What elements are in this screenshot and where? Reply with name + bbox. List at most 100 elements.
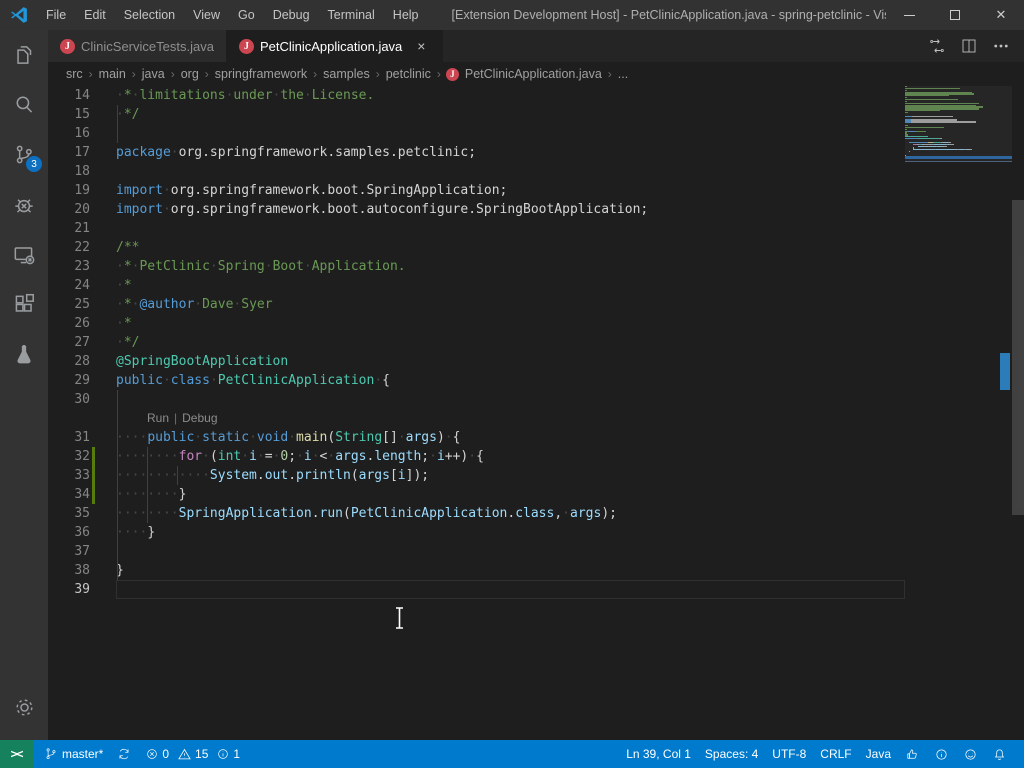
maximize-button[interactable] [932, 0, 978, 30]
sync-button[interactable] [110, 740, 138, 768]
code-editor[interactable]: 14·*·limitations·under·the·License.15·*/… [48, 86, 1024, 740]
code-line-17[interactable]: 17package·org.springframework.samples.pe… [48, 143, 905, 162]
code-line-38[interactable]: 38} [48, 561, 905, 580]
vertical-scrollbar[interactable] [1012, 86, 1024, 740]
breadcrumb-item-springframework[interactable]: springframework [214, 67, 308, 81]
codelens-debug-link[interactable]: Debug [182, 411, 217, 425]
code-line-26[interactable]: 26·* [48, 314, 905, 333]
indent-guide [177, 466, 178, 485]
editor-actions [924, 30, 1024, 62]
window-title: [Extension Development Host] - PetClinic… [452, 8, 886, 22]
info-count: 1 [233, 747, 240, 761]
vscode-logo-icon [9, 5, 29, 25]
code-line-14[interactable]: 14·*·limitations·under·the·License. [48, 86, 905, 105]
minimize-icon [904, 15, 915, 16]
menu-help[interactable]: Help [384, 0, 428, 30]
menu-edit[interactable]: Edit [75, 0, 115, 30]
maximize-icon [950, 10, 960, 20]
code-line-15[interactable]: 15·*/ [48, 105, 905, 124]
menu-debug[interactable]: Debug [264, 0, 319, 30]
code-line-29[interactable]: 29public·class·PetClinicApplication·{ [48, 371, 905, 390]
menu-selection[interactable]: Selection [115, 0, 184, 30]
java-info-icon[interactable] [927, 740, 956, 768]
code-line-30[interactable]: 30 [48, 390, 905, 409]
test-explorer-icon[interactable] [0, 330, 48, 380]
code-line-39[interactable]: 39 [48, 580, 905, 599]
code-line-16[interactable]: 16 [48, 124, 905, 143]
compare-changes-icon[interactable] [924, 34, 950, 58]
breadcrumb-item-petclinic[interactable]: petclinic [385, 67, 432, 81]
split-editor-icon[interactable] [956, 34, 982, 58]
code-line-37[interactable]: 37 [48, 542, 905, 561]
feedback-smiley-icon[interactable] [956, 740, 985, 768]
problems-item[interactable]: 0 15 1 [138, 747, 247, 762]
tab-label: PetClinicApplication.java [260, 39, 402, 54]
status-bar: >< master* 0 15 1 Ln 39, Col 1 Spaces: 4… [0, 740, 1024, 768]
errors-icon [145, 747, 159, 761]
search-icon[interactable] [0, 80, 48, 130]
menu-file[interactable]: File [37, 0, 75, 30]
code-line-34[interactable]: 34········} [48, 485, 905, 504]
code-line-35[interactable]: 35········SpringApplication.run(PetClini… [48, 504, 905, 523]
breadcrumb-separator: › [603, 67, 617, 81]
notifications-bell-icon[interactable] [985, 740, 1014, 768]
code-line-24[interactable]: 24·* [48, 276, 905, 295]
tab-close-icon[interactable]: × [412, 38, 430, 54]
minimap[interactable] [905, 86, 1012, 740]
scrollbar-slider[interactable] [1012, 200, 1024, 515]
code-line-22[interactable]: 22/** [48, 238, 905, 257]
code-line-21[interactable]: 21 [48, 219, 905, 238]
breadcrumb-separator: › [166, 67, 180, 81]
code-line-27[interactable]: 27·*/ [48, 333, 905, 352]
code-line-31[interactable]: 31····public·static·void·main(String[]·a… [48, 428, 905, 447]
cursor-position-item[interactable]: Ln 39, Col 1 [619, 740, 698, 768]
codelens-separator: | [169, 411, 182, 425]
breadcrumb-item-samples[interactable]: samples [322, 67, 371, 81]
breadcrumb-file-label: PetClinicApplication.java [464, 67, 603, 81]
breadcrumb-item-org[interactable]: org [180, 67, 200, 81]
code-line-36[interactable]: 36····} [48, 523, 905, 542]
remote-indicator[interactable]: >< [0, 740, 33, 768]
error-count: 0 [162, 747, 169, 761]
breadcrumb-separator: › [308, 67, 322, 81]
infos-icon [216, 747, 230, 761]
minimize-button[interactable] [886, 0, 932, 30]
breadcrumb-symbol-ellipsis[interactable]: ... [617, 67, 629, 81]
code-line-23[interactable]: 23·*·PetClinic·Spring·Boot·Application. [48, 257, 905, 276]
more-actions-icon[interactable] [988, 34, 1014, 58]
code-line-20[interactable]: 20import·org.springframework.boot.autoco… [48, 200, 905, 219]
menu-view[interactable]: View [184, 0, 229, 30]
close-button[interactable]: ✕ [978, 0, 1024, 30]
java-status-thumbs-up-icon[interactable] [898, 740, 927, 768]
debug-icon[interactable] [0, 180, 48, 230]
breadcrumb-item-src[interactable]: src [65, 67, 84, 81]
tab-label: ClinicServiceTests.java [81, 39, 214, 54]
manage-gear-icon[interactable] [0, 682, 48, 732]
encoding-item[interactable]: UTF-8 [765, 740, 813, 768]
breadcrumb-item-java[interactable]: java [141, 67, 166, 81]
code-lines[interactable]: 14·*·limitations·under·the·License.15·*/… [48, 86, 905, 599]
source-control-icon[interactable]: 3 [0, 130, 48, 180]
tab-clinicservicetests[interactable]: J ClinicServiceTests.java [48, 30, 227, 62]
menu-terminal[interactable]: Terminal [319, 0, 384, 30]
breadcrumb-file[interactable]: JPetClinicApplication.java [446, 67, 603, 81]
breadcrumb-item-main[interactable]: main [98, 67, 127, 81]
minimap-slider[interactable] [905, 86, 1012, 162]
code-line-32[interactable]: 32········for·(int·i·=·0;·i·<·args.lengt… [48, 447, 905, 466]
code-line-28[interactable]: 28@SpringBootApplication [48, 352, 905, 371]
code-line-18[interactable]: 18 [48, 162, 905, 181]
menu-bar: File Edit Selection View Go Debug Termin… [37, 0, 428, 30]
codelens-row: Run|Debug [48, 409, 905, 428]
code-line-25[interactable]: 25·*·@author·Dave·Syer [48, 295, 905, 314]
remote-explorer-icon[interactable] [0, 230, 48, 280]
eol-item[interactable]: CRLF [813, 740, 858, 768]
menu-go[interactable]: Go [229, 0, 264, 30]
language-mode-item[interactable]: Java [859, 740, 898, 768]
git-branch-item[interactable]: master* [37, 740, 110, 768]
indentation-item[interactable]: Spaces: 4 [698, 740, 765, 768]
code-line-19[interactable]: 19import·org.springframework.boot.Spring… [48, 181, 905, 200]
codelens-run-link[interactable]: Run [147, 411, 169, 425]
explorer-icon[interactable] [0, 30, 48, 80]
extensions-icon[interactable] [0, 280, 48, 330]
tab-petclinicapplication[interactable]: J PetClinicApplication.java × [227, 30, 443, 62]
